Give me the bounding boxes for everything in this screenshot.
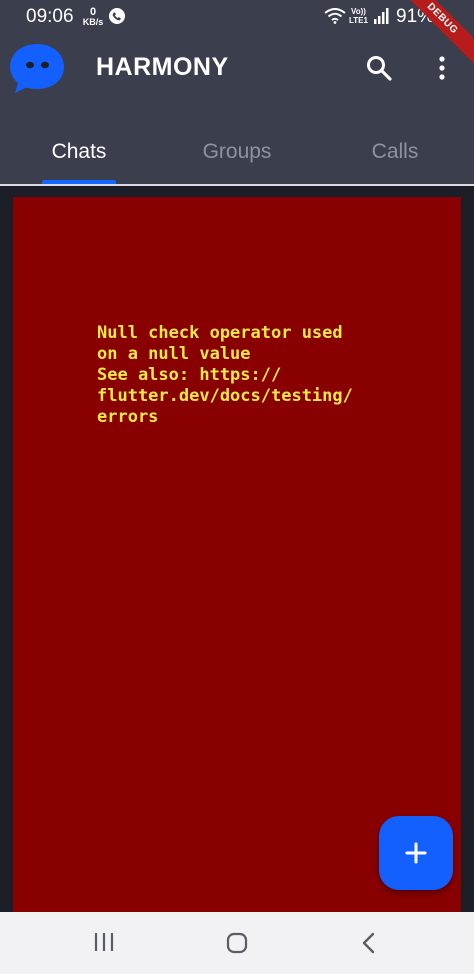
tab-divider <box>0 184 474 186</box>
home-icon[interactable] <box>225 931 249 955</box>
status-time: 09:06 <box>26 6 74 27</box>
plus-icon <box>405 842 427 864</box>
app-bar: HARMONY Chats Groups Calls <box>0 34 474 184</box>
back-icon[interactable] <box>360 931 378 955</box>
tab-calls[interactable]: Calls <box>360 140 430 164</box>
wifi-icon <box>324 8 346 24</box>
error-panel: Null check operator used on a null value… <box>13 197 461 912</box>
network-type: Vo)) LTE1 <box>349 7 368 25</box>
network-speed: 0 KB/s <box>82 7 104 27</box>
network-speed-unit: KB/s <box>82 17 104 27</box>
tab-chats[interactable]: Chats <box>40 140 118 164</box>
call-icon <box>109 8 125 24</box>
app-title: HARMONY <box>96 53 229 81</box>
network-lte: LTE1 <box>349 16 368 25</box>
error-message: Null check operator used on a null value… <box>97 323 353 427</box>
tab-bar: Chats Groups Calls <box>0 134 474 184</box>
network-volte: Vo)) <box>351 7 366 16</box>
search-icon[interactable] <box>365 54 393 82</box>
recents-icon[interactable] <box>92 932 116 952</box>
new-chat-button[interactable] <box>379 816 453 890</box>
tab-groups[interactable]: Groups <box>190 140 284 164</box>
app-logo-icon <box>10 44 64 93</box>
status-bar: 09:06 0 KB/s Vo)) LTE1 91% <box>0 0 474 34</box>
system-nav-bar <box>0 912 474 974</box>
more-vert-icon[interactable] <box>430 54 454 82</box>
signal-icon <box>374 8 389 24</box>
